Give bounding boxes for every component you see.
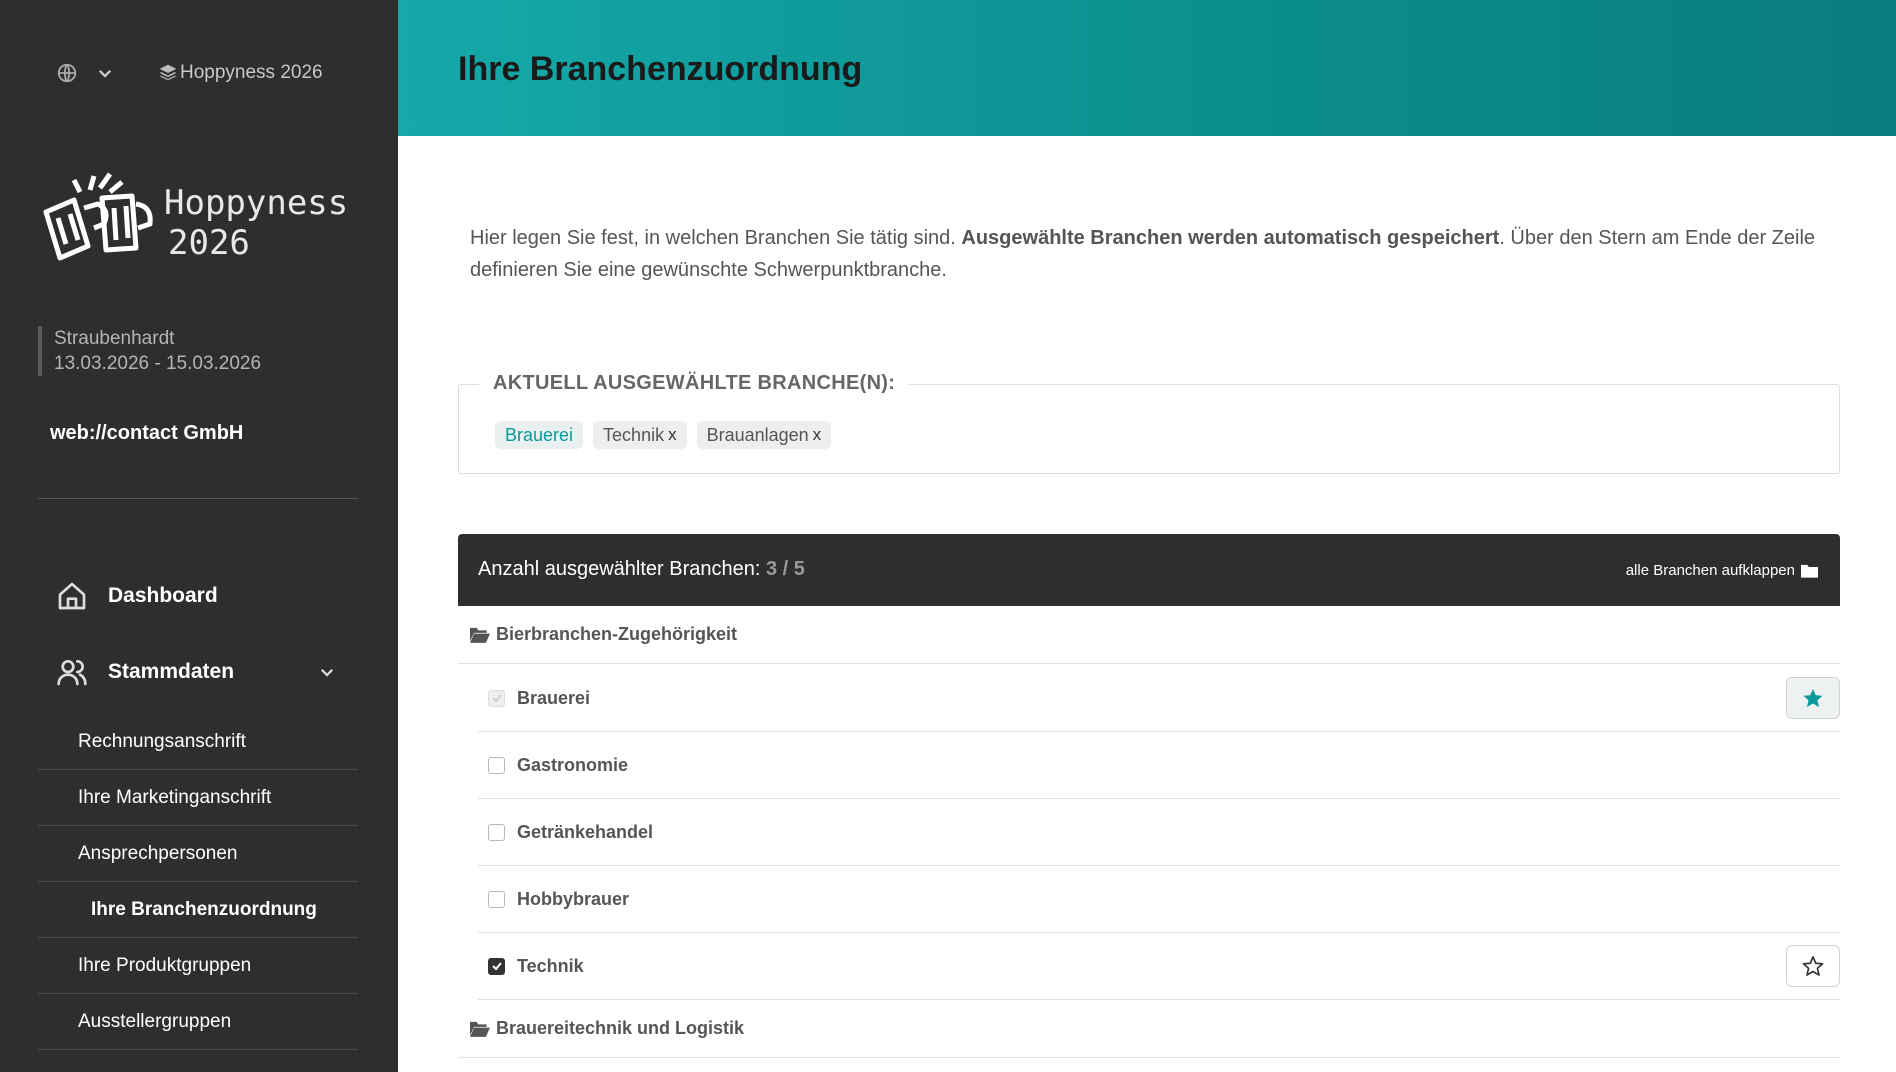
- page-header: Ihre Branchenzuordnung: [398, 0, 1896, 136]
- branch-label: Getränkehandel: [517, 821, 654, 842]
- chevron-down-icon[interactable]: [96, 64, 114, 82]
- company-name: web://contact GmbH: [50, 422, 244, 444]
- nav-dashboard-label: Dashboard: [108, 584, 218, 607]
- branch-checkbox[interactable]: [488, 957, 505, 975]
- chevron-down-icon[interactable]: [318, 663, 336, 681]
- favorite-star-button[interactable]: [1786, 677, 1840, 719]
- subnav-ansprechpersonen[interactable]: Ansprechpersonen: [38, 826, 358, 882]
- branch-row-gastronomie: Gastronomie: [478, 732, 1840, 799]
- selected-chips: Brauerei Technik x Brauanlagen x: [495, 421, 832, 449]
- subnav-marketinganschrift[interactable]: Ihre Marketinganschrift: [38, 770, 358, 826]
- branch-label: Gastronomie: [517, 754, 629, 775]
- branch-label: Brauerei: [517, 687, 591, 708]
- stammdaten-subnav: Rechnungsanschrift Ihre Marketinganschri…: [38, 714, 358, 1050]
- chip-label: Brauerei: [505, 424, 574, 445]
- sidebar: Hoppyness 2026 Hoppyness 2026 Straubenha…: [0, 0, 398, 1072]
- selected-count-label: Anzahl ausgewählter Branchen:: [478, 558, 766, 580]
- branch-label: Hobbybrauer: [517, 888, 630, 909]
- event-selector[interactable]: Hoppyness 2026: [158, 62, 323, 84]
- group-bierbranchen[interactable]: Bierbranchen-Zugehörigkeit: [458, 606, 1840, 664]
- users-icon: [57, 660, 87, 686]
- nav-stammdaten[interactable]: Stammdaten: [56, 656, 334, 688]
- group-label: Bierbranchen-Zugehörigkeit: [496, 624, 738, 644]
- check-icon: [491, 962, 502, 971]
- intro-text: Hier legen Sie fest, in welchen Branchen…: [470, 222, 1830, 286]
- star-outline-icon: [1802, 956, 1824, 976]
- branch-row-getraenkehandel: Getränkehandel: [478, 799, 1840, 866]
- nav-stammdaten-label: Stammdaten: [108, 660, 235, 683]
- branch-row-technik: Technik: [478, 933, 1840, 1000]
- page-title: Ihre Branchenzuordnung: [458, 50, 863, 88]
- chip-label: Technik: [603, 424, 665, 445]
- home-icon: [58, 582, 86, 610]
- group-brauereitechnik[interactable]: Brauereitechnik und Logistik: [458, 1000, 1840, 1058]
- venue-dates: 13.03.2026 - 15.03.2026: [54, 353, 262, 374]
- layers-icon: [159, 64, 177, 81]
- expand-all-button[interactable]: alle Branchen aufklappen: [1626, 562, 1818, 579]
- folder-open-icon: [470, 627, 490, 643]
- selected-count: Anzahl ausgewählter Branchen: 3 / 5: [478, 558, 805, 581]
- selected-branches-box: AKTUELL AUSGEWÄHLTE BRANCHE(N): Brauerei…: [458, 372, 1840, 474]
- favorite-star-button[interactable]: [1786, 945, 1840, 987]
- branches-panel-header: Anzahl ausgewählter Branchen: 3 / 5 alle…: [458, 534, 1840, 606]
- intro-part1: Hier legen Sie fest, in welchen Branchen…: [470, 227, 962, 249]
- chip-label: Brauanlagen: [706, 424, 809, 445]
- branch-checkbox[interactable]: [488, 823, 505, 841]
- logo-year: 2026: [168, 223, 250, 263]
- event-selector-label: Hoppyness 2026: [180, 62, 323, 83]
- chip-remove-button[interactable]: x: [668, 425, 677, 445]
- globe-icon[interactable]: [56, 62, 78, 84]
- logo-word: Hoppyness: [164, 183, 348, 223]
- expand-all-label: alle Branchen aufklappen: [1625, 562, 1795, 579]
- subnav-ausstellergruppen[interactable]: Ausstellergruppen: [38, 994, 358, 1050]
- venue-info: Straubenhardt 13.03.2026 - 15.03.2026: [38, 326, 261, 376]
- subnav-branchenzuordnung[interactable]: Ihre Branchenzuordnung: [38, 882, 358, 938]
- branch-checkbox[interactable]: [488, 756, 505, 774]
- chip-brauanlagen: Brauanlagen x: [696, 421, 832, 449]
- chip-technik: Technik x: [593, 421, 687, 449]
- subnav-rechnungsanschrift[interactable]: Rechnungsanschrift: [38, 714, 358, 770]
- chip-remove-button[interactable]: x: [813, 425, 822, 445]
- venue-city: Straubenhardt: [54, 328, 175, 349]
- subnav-produktgruppen[interactable]: Ihre Produktgruppen: [38, 938, 358, 994]
- intro-bold: Ausgewählte Branchen werden automatisch …: [961, 227, 1500, 249]
- folder-icon: [1801, 564, 1818, 578]
- sidebar-topbar: Hoppyness 2026: [56, 58, 368, 88]
- sidebar-divider: [38, 498, 358, 499]
- branch-row-hobbybrauer: Hobbybrauer: [478, 866, 1840, 933]
- star-filled-icon: [1803, 688, 1823, 708]
- hoppyness-logo[interactable]: Hoppyness 2026: [40, 168, 360, 268]
- nav-dashboard[interactable]: Dashboard: [56, 580, 218, 612]
- check-icon: [491, 694, 502, 703]
- folder-open-icon: [470, 1021, 490, 1037]
- selected-branches-legend: AKTUELL AUSGEWÄHLTE BRANCHE(N):: [479, 372, 910, 395]
- branch-checkbox[interactable]: [488, 689, 505, 707]
- branch-label: Technik: [517, 955, 584, 976]
- branch-checkbox[interactable]: [488, 890, 505, 908]
- group-label: Brauereitechnik und Logistik: [496, 1018, 745, 1038]
- selected-count-value: 3 / 5: [765, 558, 805, 580]
- branch-row-brauerei: Brauerei: [478, 665, 1840, 732]
- chip-brauerei: Brauerei: [495, 421, 584, 449]
